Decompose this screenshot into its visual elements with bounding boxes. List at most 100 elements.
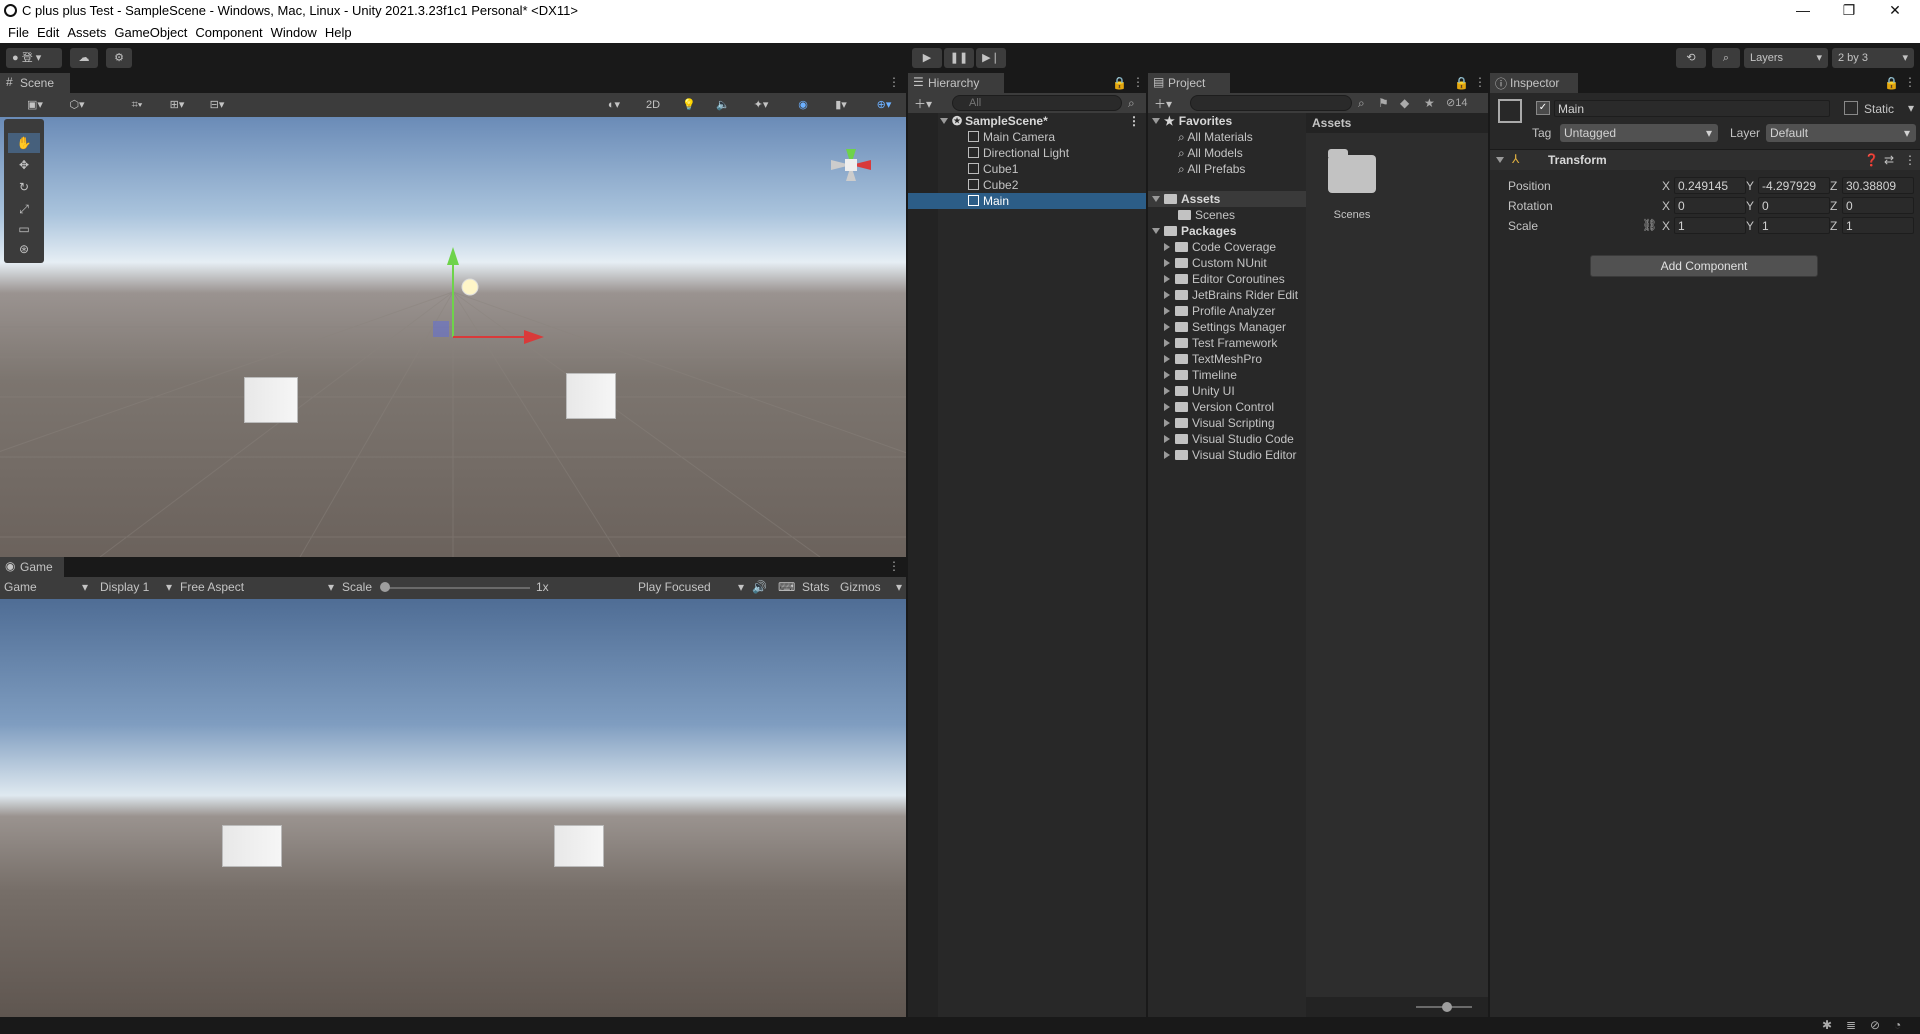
scale-y-field[interactable] bbox=[1758, 217, 1830, 234]
tab-inspector[interactable]: ⓘ Inspector bbox=[1490, 73, 1578, 93]
package-folder[interactable]: Code Coverage bbox=[1164, 239, 1276, 255]
menu-help[interactable]: Help bbox=[317, 22, 352, 40]
tab-project[interactable]: ▤ Project bbox=[1148, 73, 1230, 93]
transform-header[interactable]: ⅄ Transform ❓ ⇄ ⋮ bbox=[1490, 150, 1920, 170]
scene-cube1[interactable] bbox=[244, 377, 298, 423]
layout-dropdown[interactable]: 2 by 3 ▾ bbox=[1832, 48, 1914, 68]
assets-breadcrumb[interactable]: Assets bbox=[1306, 113, 1488, 133]
play-mode-dropdown[interactable]: Play Focused ▾ bbox=[638, 580, 744, 594]
static-dropdown-icon[interactable]: ▾ bbox=[1908, 101, 1914, 115]
scene-viewport[interactable]: ✋ ✥ ↻ ⤢ ▭ ⊛ bbox=[0, 117, 906, 557]
menu-edit[interactable]: Edit bbox=[29, 22, 59, 40]
keyboard-icon[interactable]: ⌨ bbox=[778, 580, 795, 594]
audio-icon[interactable]: 🔈 bbox=[708, 95, 738, 115]
transform-tool-icon[interactable]: ⊛ bbox=[8, 239, 40, 259]
menu-component[interactable]: Component bbox=[187, 22, 262, 40]
menu-gameobject[interactable]: GameObject bbox=[106, 22, 187, 40]
static-checkbox[interactable] bbox=[1844, 101, 1858, 115]
favorites-header[interactable]: ★ Favorites bbox=[1152, 113, 1232, 129]
game-viewport[interactable] bbox=[0, 599, 906, 1017]
menu-assets[interactable]: Assets bbox=[59, 22, 106, 40]
increment-snap-icon[interactable]: ⊟▾ bbox=[198, 95, 236, 115]
aspect-dropdown[interactable]: Free Aspect ▾ bbox=[180, 580, 334, 594]
hidden-packages-toggle[interactable]: ⊘14 bbox=[1446, 96, 1467, 109]
hierarchy-item-cube2[interactable]: Cube2 bbox=[968, 177, 1146, 193]
hierarchy-item-main[interactable]: Main bbox=[908, 193, 1146, 209]
tab-hierarchy[interactable]: ☰ Hierarchy bbox=[908, 73, 1004, 93]
package-folder[interactable]: Editor Coroutines bbox=[1164, 271, 1285, 287]
tab-game[interactable]: ◉ Game bbox=[0, 557, 64, 577]
game-dropdown[interactable]: Game ▾ bbox=[4, 580, 88, 594]
package-folder[interactable]: Unity UI bbox=[1164, 383, 1235, 399]
package-folder[interactable]: Visual Studio Editor bbox=[1164, 447, 1297, 463]
fav-all-models[interactable]: ⌕ All Models bbox=[1178, 145, 1243, 161]
tab-scene[interactable]: # Scene bbox=[0, 73, 70, 93]
package-folder[interactable]: Profile Analyzer bbox=[1164, 303, 1275, 319]
visibility-icon[interactable]: ◉ bbox=[788, 95, 818, 115]
scene-menu-dots-icon[interactable]: ⋮ bbox=[1128, 113, 1140, 129]
package-folder[interactable]: Visual Scripting bbox=[1164, 415, 1275, 431]
package-folder[interactable]: TextMeshPro bbox=[1164, 351, 1262, 367]
grid-icon[interactable]: ⊞▾ bbox=[162, 95, 192, 115]
inspector-menu-icon[interactable]: ⋮ bbox=[1904, 75, 1916, 89]
fav-all-materials[interactable]: ⌕ All Materials bbox=[1178, 129, 1253, 145]
package-folder[interactable]: Settings Manager bbox=[1164, 319, 1286, 335]
game-menu-icon[interactable]: ⋮ bbox=[888, 559, 900, 573]
scale-tool-icon[interactable]: ⤢ bbox=[8, 199, 40, 219]
hierarchy-search-input[interactable] bbox=[952, 95, 1122, 111]
component-menu-icon[interactable]: ⋮ bbox=[1904, 153, 1916, 167]
orientation-gizmo[interactable] bbox=[816, 127, 886, 217]
minimize-button[interactable]: — bbox=[1780, 0, 1826, 22]
pause-button[interactable]: ❚❚ bbox=[944, 48, 974, 68]
effects-icon[interactable]: ✦▾ bbox=[742, 95, 780, 115]
menu-window[interactable]: Window bbox=[263, 22, 317, 40]
help-icon[interactable]: ❓ bbox=[1864, 153, 1879, 167]
step-button[interactable]: ▶❘ bbox=[976, 48, 1006, 68]
grid-snap-icon[interactable]: ⌗▾ bbox=[118, 95, 156, 115]
package-folder[interactable]: JetBrains Rider Edit bbox=[1164, 287, 1298, 303]
project-search-input[interactable] bbox=[1190, 95, 1352, 111]
close-button[interactable]: ✕ bbox=[1872, 0, 1918, 22]
position-y-field[interactable] bbox=[1758, 177, 1830, 194]
preset-icon[interactable]: ⇄ bbox=[1884, 153, 1894, 167]
project-create-button[interactable]: ＋▾ bbox=[1154, 95, 1172, 112]
scene-root-row[interactable]: ✪ SampleScene* ⋮ bbox=[940, 113, 1146, 129]
position-z-field[interactable] bbox=[1842, 177, 1914, 194]
restore-button[interactable]: ❐ bbox=[1826, 0, 1872, 22]
tag-dropdown[interactable]: Untagged ▾ bbox=[1560, 124, 1718, 142]
tag-icon[interactable]: ◆ bbox=[1400, 96, 1409, 110]
search-icon[interactable]: ⌕ bbox=[1712, 48, 1740, 68]
scenes-folder-label[interactable]: Scenes bbox=[1312, 209, 1392, 221]
auto-generate-icon[interactable]: ⊘ bbox=[1870, 1018, 1880, 1032]
rotate-tool-icon[interactable]: ↻ bbox=[8, 177, 40, 197]
menu-file[interactable]: File bbox=[0, 22, 29, 40]
bug-icon[interactable]: ✱ bbox=[1822, 1018, 1832, 1032]
search-by-type-icon[interactable]: ⌕ bbox=[1358, 96, 1365, 111]
scenes-folder-icon[interactable] bbox=[1328, 155, 1376, 193]
package-folder[interactable]: Test Framework bbox=[1164, 335, 1277, 351]
draw-mode-icon[interactable]: ▣▾ bbox=[18, 95, 52, 115]
layers-dropdown[interactable]: Layers ▾ bbox=[1744, 48, 1828, 68]
hierarchy-item-cube1[interactable]: Cube1 bbox=[968, 161, 1146, 177]
active-checkbox[interactable]: ✓ bbox=[1536, 101, 1550, 115]
project-menu-icon[interactable]: ⋮ bbox=[1474, 75, 1486, 89]
favorite-star-icon[interactable]: ★ bbox=[1424, 96, 1435, 110]
hand-tool-icon[interactable]: ✋ bbox=[8, 133, 40, 153]
lock-icon[interactable]: 🔒 bbox=[1112, 76, 1127, 90]
move-tool-icon[interactable]: ✥ bbox=[8, 155, 40, 175]
scene-menu-icon[interactable]: ⋮ bbox=[888, 75, 900, 89]
gizmos-dropdown[interactable]: Gizmos ▾ bbox=[840, 580, 902, 594]
shading-icon[interactable]: ◐▾ bbox=[594, 95, 634, 115]
package-folder[interactable]: Visual Studio Code bbox=[1164, 431, 1294, 447]
assets-scenes-folder[interactable]: Scenes bbox=[1178, 207, 1235, 223]
camera-icon[interactable]: ▮▾ bbox=[822, 95, 860, 115]
layer-dropdown[interactable]: Default ▾ bbox=[1766, 124, 1916, 142]
assets-header[interactable]: Assets bbox=[1148, 191, 1306, 207]
constrain-proportions-icon[interactable]: ⛓ bbox=[1642, 218, 1657, 232]
package-folder[interactable]: Custom NUnit bbox=[1164, 255, 1267, 271]
hierarchy-item-directional-light[interactable]: Directional Light bbox=[968, 145, 1146, 161]
play-button[interactable]: ▶ bbox=[912, 48, 942, 68]
inspector-lock-icon[interactable]: 🔒 bbox=[1884, 76, 1899, 90]
scale-z-field[interactable] bbox=[1842, 217, 1914, 234]
fav-all-prefabs[interactable]: ⌕ All Prefabs bbox=[1178, 161, 1245, 177]
